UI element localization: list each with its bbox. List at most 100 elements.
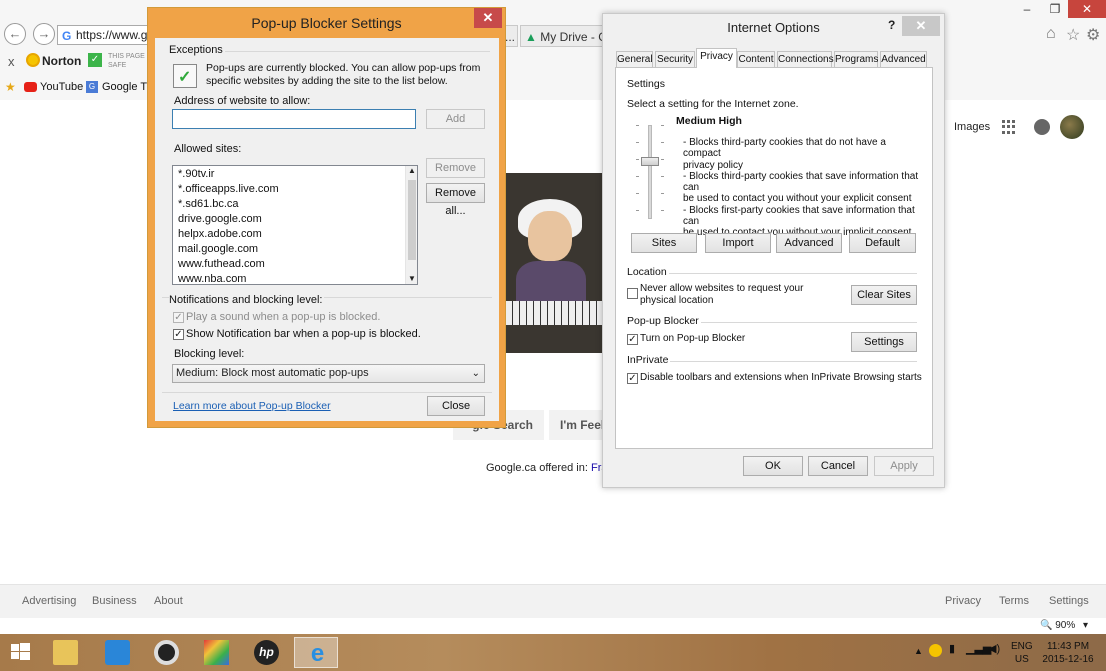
list-item[interactable]: *.sd61.bc.ca [178,198,239,210]
popup-settings-button[interactable]: Settings [851,332,917,352]
add-button[interactable]: Add [426,109,485,129]
scroll-down-icon[interactable]: ▼ [408,274,416,283]
zoom-indicator[interactable]: 🔍 90% ▾ [1040,618,1106,634]
offered-in: Google.ca offered in: Franc [486,462,619,474]
default-button[interactable]: Default [849,233,916,253]
privacy-slider-thumb[interactable] [641,157,659,166]
avatar[interactable] [1060,115,1084,139]
taskbar: hp e ▲ ▮ ▁▃▅ ◀) ENG US 11:43 PM 2015-12-… [0,634,1106,671]
desc-line: privacy policy [683,159,744,171]
blocking-level-label: Blocking level: [174,348,245,360]
tab-security[interactable]: Security [655,51,695,67]
taskbar-internet-explorer[interactable]: e [294,637,338,668]
clock-time: 11:43 PM [1046,641,1090,652]
footer-advertising-link[interactable]: Advertising [22,595,76,607]
tray-expand-icon[interactable]: ▲ [914,646,923,656]
privacy-slider-track[interactable] [648,125,652,219]
favorite-youtube[interactable]: YouTube [40,81,83,93]
sites-scrollbar[interactable]: ▲ ▼ [405,166,417,284]
restore-button[interactable]: ❐ [1042,0,1068,18]
back-button[interactable]: ← [4,23,26,45]
minimize-button[interactable]: – [1014,0,1040,18]
tab-general[interactable]: General [616,51,653,67]
footer-privacy-link[interactable]: Privacy [945,595,981,607]
list-item[interactable]: *.90tv.ir [178,168,214,180]
taskbar-hp[interactable]: hp [246,637,286,668]
cancel-button[interactable]: Cancel [808,456,868,476]
show-notification-checkbox[interactable]: ✓ [173,329,184,340]
footer-terms-link[interactable]: Terms [999,595,1029,607]
google-doodle-image[interactable] [506,173,604,353]
apps-grid-icon[interactable] [1002,120,1016,134]
slider-tick [636,142,639,143]
slider-tick [661,125,664,126]
address-bar[interactable]: G https://www.go [57,25,153,45]
ok-button[interactable]: OK [743,456,803,476]
tab-privacy[interactable]: Privacy [696,48,737,68]
google-favicon-icon: G [62,29,72,43]
favorites-star-icon[interactable]: ★ [5,80,16,94]
tools-gear-icon[interactable]: ⚙ [1086,25,1100,45]
tray-battery-icon[interactable]: ▮ [949,642,955,655]
list-item[interactable]: www.nba.com [178,273,246,284]
close-button[interactable]: Close [427,396,485,416]
taskbar-app-photos[interactable] [196,637,236,668]
remove-all-button[interactable]: Remove all... [426,183,485,217]
desc-line: - Blocks third-party cookies that save i… [683,170,919,194]
clear-sites-button[interactable]: Clear Sites [851,285,917,305]
window-close-button[interactable]: ✕ [1068,0,1106,18]
remove-button[interactable]: Remove [426,158,485,178]
disable-toolbars-checkbox[interactable]: ✓ [627,373,638,384]
notifications-bell-icon[interactable] [1034,119,1050,135]
tray-norton-icon[interactable] [929,644,942,657]
popup-dialog-close-icon[interactable]: ✕ [474,8,502,28]
norton-label[interactable]: Norton [42,54,81,68]
taskbar-file-explorer[interactable] [45,637,85,668]
apply-button[interactable]: Apply [874,456,934,476]
blocking-level-select[interactable]: Medium: Block most automatic pop-ups ⌄ [172,364,485,383]
zone-text: Select a setting for the Internet zone. [627,98,799,110]
popup-blocker-dialog: Pop-up Blocker Settings ✕ Exceptions ✓ P… [147,7,506,428]
import-button[interactable]: Import [705,233,771,253]
website-address-input[interactable] [172,109,416,129]
help-icon[interactable]: ? [888,18,895,32]
tray-volume-icon[interactable]: ◀) [988,642,1000,655]
allowed-sites-list[interactable]: *.90tv.ir *.officeapps.live.com *.sd61.b… [172,165,418,285]
tab-advanced[interactable]: Advanced [880,51,927,67]
never-allow-location-checkbox[interactable] [627,288,638,299]
footer-business-link[interactable]: Business [92,595,137,607]
scroll-thumb[interactable] [408,180,416,260]
norton-toolbar: x Norton ✓ THIS PAGE SAFE [0,50,150,74]
advanced-button[interactable]: Advanced [776,233,842,253]
list-item[interactable]: helpx.adobe.com [178,228,262,240]
list-item[interactable]: mail.google.com [178,243,258,255]
home-icon[interactable]: ⌂ [1046,25,1056,43]
zoom-dropdown-icon[interactable]: ▾ [1083,618,1088,634]
forward-button[interactable]: → [33,23,55,45]
footer-settings-link[interactable]: Settings [1049,595,1089,607]
turn-on-popup-blocker-checkbox[interactable]: ✓ [627,334,638,345]
tab-content[interactable]: Content [737,51,775,67]
list-item[interactable]: www.futhead.com [178,258,265,270]
feeling-lucky-button[interactable]: I'm Feelin [549,410,604,440]
tray-clock[interactable]: 11:43 PM 2015-12-16 [1040,640,1096,666]
favorites-star-icon[interactable]: ☆ [1066,25,1080,45]
sites-button[interactable]: Sites [631,233,697,253]
play-sound-checkbox[interactable]: ✓ [173,312,184,323]
taskbar-app-camera[interactable] [146,637,186,668]
tab-connections[interactable]: Connections [777,51,834,67]
learn-more-link[interactable]: Learn more about Pop-up Blocker [173,400,331,412]
tray-language[interactable]: ENG US [1011,640,1033,666]
start-button[interactable] [0,637,40,668]
footer-about-link[interactable]: About [154,595,183,607]
scroll-up-icon[interactable]: ▲ [408,166,416,175]
tab-programs[interactable]: Programs [834,51,878,67]
taskbar-app-blue[interactable] [97,637,137,668]
toolbar-close-icon[interactable]: x [8,54,15,69]
browser-tab-my-drive[interactable]: ▲ My Drive - Goo [520,25,604,47]
list-item[interactable]: drive.google.com [178,213,262,225]
images-link[interactable]: Images [954,121,990,133]
list-item[interactable]: *.officeapps.live.com [178,183,279,195]
io-close-icon[interactable]: ✕ [902,16,940,36]
exceptions-info-text: Pop-ups are currently blocked. You can a… [206,62,481,87]
